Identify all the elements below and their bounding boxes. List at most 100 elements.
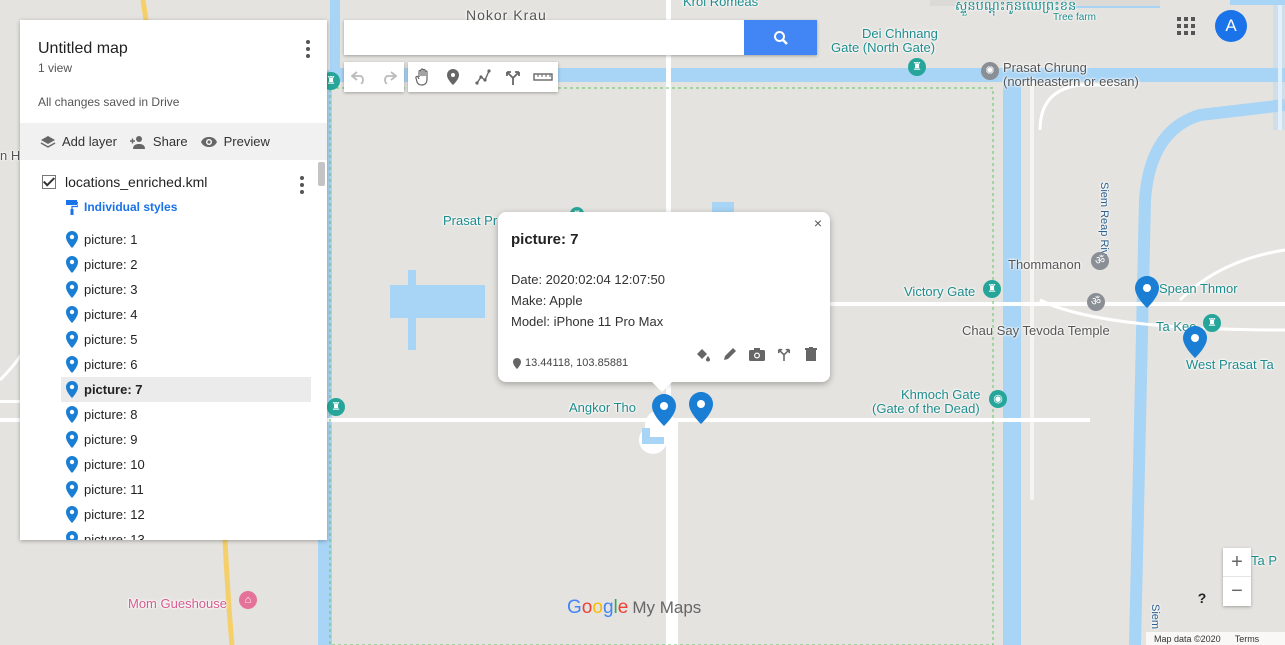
ruler-icon xyxy=(533,73,553,81)
temple-poi-icon[interactable]: ✺ xyxy=(981,62,999,80)
label-mom-guesthouse: Mom Gueshouse xyxy=(128,596,227,611)
layer-item[interactable]: picture: 11 xyxy=(61,477,311,502)
help-button[interactable]: ? xyxy=(1192,588,1212,608)
search-button[interactable] xyxy=(744,20,817,55)
layer-options-button[interactable] xyxy=(300,176,304,194)
map-pin-icon xyxy=(66,306,78,323)
layer-item[interactable]: picture: 7 xyxy=(61,377,311,402)
layer-item[interactable]: picture: 8 xyxy=(61,402,311,427)
label-prasat-chrung-sub: (northeastern or eesan) xyxy=(1003,74,1139,89)
camera-poi-icon[interactable]: ◉ xyxy=(989,390,1007,408)
map-pin-icon[interactable] xyxy=(1135,276,1159,308)
temple-poi-icon[interactable]: ॐ xyxy=(1091,252,1109,270)
moat-east xyxy=(1003,82,1021,645)
map-pin-icon xyxy=(66,456,78,473)
logo-letter: G xyxy=(567,597,582,618)
map-pin-icon[interactable] xyxy=(1183,326,1207,358)
gate-poi-icon[interactable]: ♜ xyxy=(983,280,1001,298)
layer-checkbox[interactable] xyxy=(42,175,56,189)
layer-item[interactable]: picture: 5 xyxy=(61,327,311,352)
view-count: 1 view xyxy=(38,61,73,75)
search-input[interactable] xyxy=(344,20,754,55)
add-image-button[interactable] xyxy=(748,345,766,363)
layer-item[interactable]: picture: 10 xyxy=(61,452,311,477)
label-prasat-chrung: Prasat Chrung xyxy=(1003,60,1087,75)
map-title[interactable]: Untitled map xyxy=(38,40,309,58)
draw-line-button[interactable] xyxy=(468,62,498,92)
eye-icon xyxy=(200,136,217,147)
map-pin-icon xyxy=(66,531,78,540)
label-angkor-thom: Angkor Tho xyxy=(569,400,636,415)
map-pin-icon xyxy=(66,406,78,423)
add-layer-label: Add layer xyxy=(62,134,117,149)
label-gate-dead: (Gate of the Dead) xyxy=(872,401,980,416)
layer-item-label: picture: 10 xyxy=(84,457,145,472)
layer-item[interactable]: picture: 3 xyxy=(61,277,311,302)
paint-bucket-icon xyxy=(697,348,710,361)
logo-letter: e xyxy=(617,597,629,618)
map-pin-icon[interactable] xyxy=(652,394,676,426)
logo-letter: o xyxy=(592,597,603,618)
hotel-poi-icon[interactable]: ⌂ xyxy=(239,591,257,609)
map-pin-icon xyxy=(66,256,78,273)
map-pin-icon xyxy=(66,506,78,523)
zoom-controls: + − xyxy=(1223,548,1251,606)
layer-item-label: picture: 11 xyxy=(84,482,144,497)
temple-poi-icon[interactable]: ॐ xyxy=(1087,293,1105,311)
trash-icon xyxy=(805,347,817,361)
layer-item-label: picture: 2 xyxy=(84,257,138,272)
layer-item[interactable]: picture: 6 xyxy=(61,352,311,377)
label-ta-p: Ta P xyxy=(1251,553,1278,568)
map-pin-icon[interactable] xyxy=(689,392,713,424)
share-label: Share xyxy=(152,134,188,149)
coordinates-text: 13.44118, 103.85881 xyxy=(525,357,629,369)
layer-item[interactable]: picture: 4 xyxy=(61,302,311,327)
share-button[interactable]: Share xyxy=(129,134,188,149)
edit-button[interactable] xyxy=(721,345,739,363)
layer-item-label: picture: 9 xyxy=(84,432,138,447)
layer-item[interactable]: picture: 1 xyxy=(61,227,311,252)
directions-button[interactable] xyxy=(498,62,528,92)
map-pin-icon xyxy=(66,381,78,398)
label-tree-farm: Tree farm xyxy=(1053,12,1096,23)
pencil-icon xyxy=(724,348,736,360)
map-toolbar xyxy=(344,62,558,92)
label-chau-say: Chau Say Tevoda Temple xyxy=(962,323,1110,338)
search-box xyxy=(344,20,817,55)
style-button[interactable] xyxy=(694,345,712,363)
label-prasat-pr: Prasat Pr xyxy=(443,213,498,228)
terms-link[interactable]: Terms xyxy=(1235,634,1260,644)
redo-button[interactable] xyxy=(374,62,404,92)
draw-line-icon xyxy=(475,69,491,85)
popup-make: Make: Apple xyxy=(511,293,583,308)
panel-scrollbar[interactable] xyxy=(318,162,325,186)
undo-button[interactable] xyxy=(344,62,374,92)
gate-poi-icon[interactable]: ♜ xyxy=(327,398,345,416)
close-icon[interactable]: × xyxy=(814,215,822,231)
directions-button[interactable] xyxy=(775,345,793,363)
zoom-out-button[interactable]: − xyxy=(1223,577,1251,606)
label-spean-thmor: Spean Thmor xyxy=(1159,281,1238,296)
delete-button[interactable] xyxy=(802,345,820,363)
redo-icon xyxy=(384,71,397,84)
layer-item-label: picture: 4 xyxy=(84,307,138,322)
google-my-maps-logo: Google My Maps xyxy=(567,597,701,619)
preview-button[interactable]: Preview xyxy=(200,134,270,149)
map-options-button[interactable] xyxy=(306,40,310,58)
pan-button[interactable] xyxy=(408,62,438,92)
label-thommanon: Thommanon xyxy=(1008,257,1081,272)
add-layer-button[interactable]: Add layer xyxy=(40,134,117,149)
add-marker-button[interactable] xyxy=(438,62,468,92)
layer-name[interactable]: locations_enriched.kml xyxy=(65,174,207,190)
apps-grid-icon[interactable] xyxy=(1177,17,1195,35)
layer-item[interactable]: picture: 12 xyxy=(61,502,311,527)
map-pin-icon xyxy=(66,356,78,373)
measure-button[interactable] xyxy=(528,62,558,92)
gate-poi-icon[interactable]: ♜ xyxy=(908,58,926,76)
info-popup: picture: 7 × Date: 2020:02:04 12:07:50 M… xyxy=(498,212,830,392)
layer-item[interactable]: picture: 9 xyxy=(61,427,311,452)
layer-item[interactable]: picture: 13 xyxy=(61,527,311,540)
zoom-in-button[interactable]: + xyxy=(1223,548,1251,577)
account-avatar[interactable]: A xyxy=(1215,10,1247,42)
layer-item[interactable]: picture: 2 xyxy=(61,252,311,277)
